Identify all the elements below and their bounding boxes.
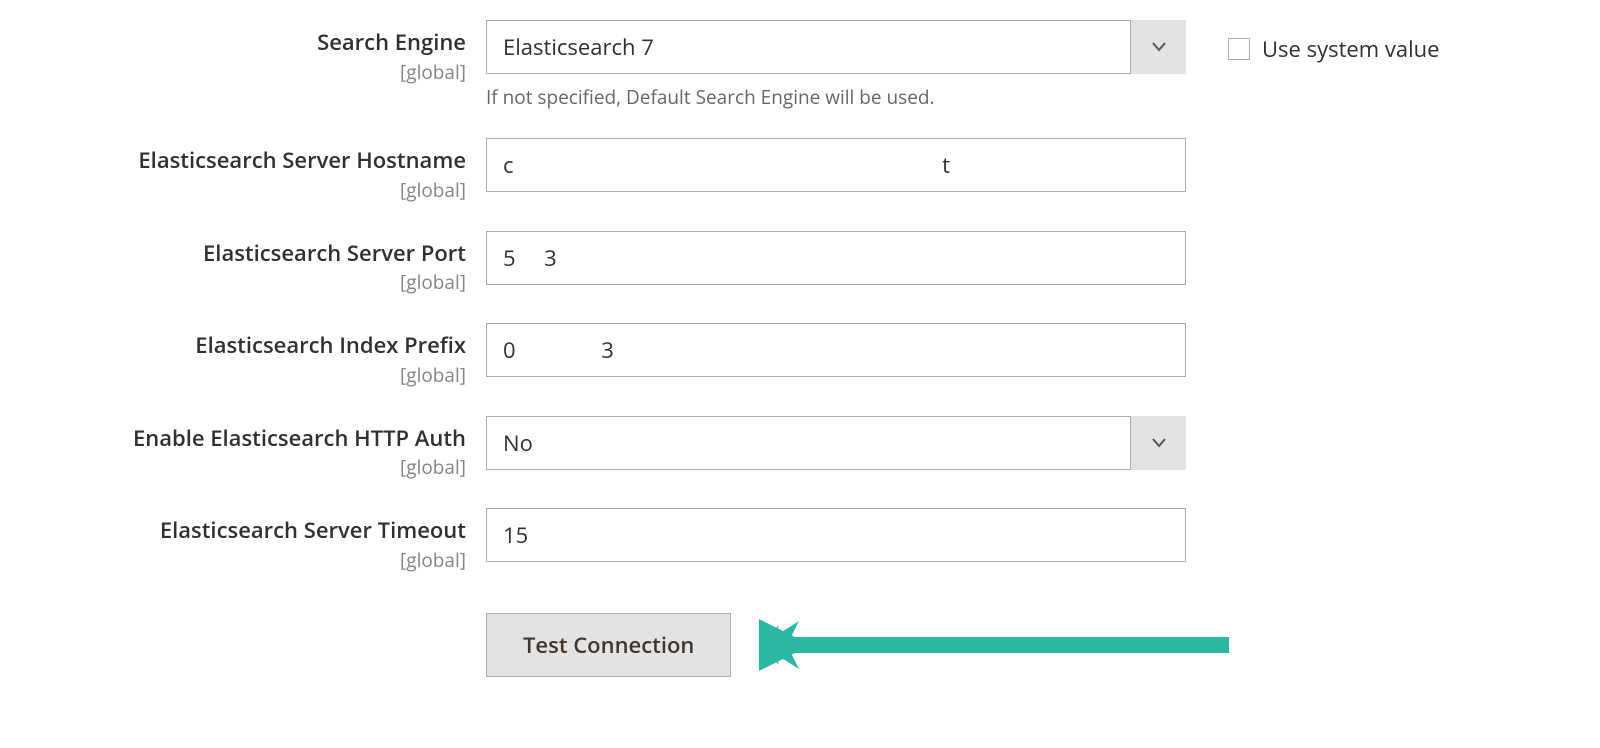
index-prefix-label: Elasticsearch Index Prefix (195, 330, 466, 360)
port-label: Elasticsearch Server Port (203, 238, 466, 268)
search-engine-select-wrapper: Elasticsearch 7 (486, 20, 1186, 74)
scope-label: [global] (0, 59, 466, 85)
label-column: Elasticsearch Server Timeout [global] (0, 508, 466, 573)
http-auth-label: Enable Elasticsearch HTTP Auth (133, 423, 466, 453)
elasticsearch-config-form: Search Engine [global] Elasticsearch 7 I… (0, 20, 1600, 677)
button-row: Test Connection (0, 613, 1600, 677)
scope-label: [global] (0, 362, 466, 388)
label-column: Elasticsearch Index Prefix [global] (0, 323, 466, 388)
label-column: Enable Elasticsearch HTTP Auth [global] (0, 416, 466, 481)
label-column: Elasticsearch Server Hostname [global] (0, 138, 466, 203)
arrow-annotation-icon (759, 615, 1239, 675)
port-input[interactable] (486, 231, 1186, 285)
input-column: No (466, 416, 1186, 470)
scope-label: [global] (0, 547, 466, 573)
index-prefix-row: Elasticsearch Index Prefix [global] (0, 323, 1600, 388)
search-engine-row: Search Engine [global] Elasticsearch 7 I… (0, 20, 1600, 110)
search-engine-label: Search Engine (317, 27, 466, 57)
hostname-row: Elasticsearch Server Hostname [global] (0, 138, 1600, 203)
input-column (466, 508, 1186, 562)
input-column (466, 231, 1186, 285)
label-column: Elasticsearch Server Port [global] (0, 231, 466, 296)
timeout-input[interactable] (486, 508, 1186, 562)
http-auth-select[interactable]: No (486, 416, 1186, 470)
test-connection-button[interactable]: Test Connection (486, 613, 731, 677)
input-column (466, 138, 1186, 192)
timeout-label: Elasticsearch Server Timeout (160, 515, 466, 545)
scope-label: [global] (0, 177, 466, 203)
timeout-row: Elasticsearch Server Timeout [global] (0, 508, 1600, 573)
http-auth-row: Enable Elasticsearch HTTP Auth [global] … (0, 416, 1600, 481)
input-column: Elasticsearch 7 If not specified, Defaul… (466, 20, 1186, 110)
hostname-label: Elasticsearch Server Hostname (138, 145, 466, 175)
use-system-value-column: Use system value (1186, 20, 1439, 64)
scope-label: [global] (0, 454, 466, 480)
search-engine-helper: If not specified, Default Search Engine … (486, 84, 1186, 110)
http-auth-select-wrapper: No (486, 416, 1186, 470)
hostname-input[interactable] (486, 138, 1186, 192)
input-column (466, 323, 1186, 377)
scope-label: [global] (0, 269, 466, 295)
label-column: Search Engine [global] (0, 20, 466, 85)
search-engine-select[interactable]: Elasticsearch 7 (486, 20, 1186, 74)
use-system-value-checkbox[interactable] (1228, 38, 1250, 60)
button-column: Test Connection (0, 613, 731, 677)
index-prefix-input[interactable] (486, 323, 1186, 377)
port-row: Elasticsearch Server Port [global] (0, 231, 1600, 296)
use-system-value-label[interactable]: Use system value (1262, 34, 1439, 64)
